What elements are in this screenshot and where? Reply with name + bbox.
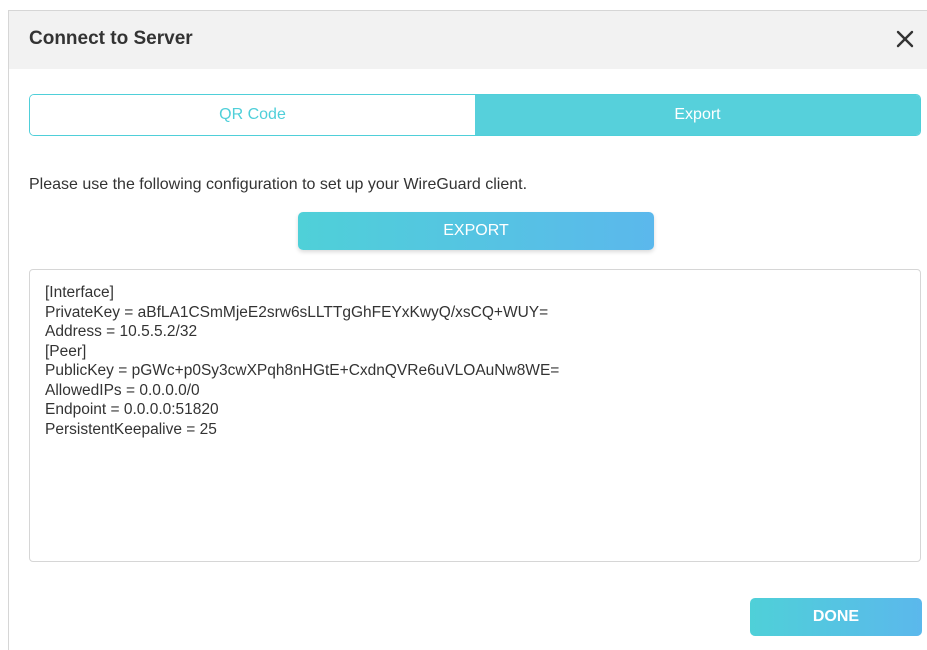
config-line: [Peer] [45, 342, 87, 360]
dialog-title: Connect to Server [29, 28, 193, 49]
tab-qr-code[interactable]: QR Code [30, 95, 475, 135]
config-line: PublicKey = pGWc+p0Sy3cwXPqh8nHGtE+CxdnQ… [45, 362, 560, 379]
close-icon [896, 30, 914, 48]
connect-to-server-dialog: Connect to Server QR Code Export Please … [8, 10, 927, 650]
config-line: Address = 10.5.5.2/32 [45, 323, 198, 340]
config-line: AllowedIPs = 0.0.0.0/0 [45, 381, 200, 399]
done-button[interactable]: DONE [750, 598, 922, 636]
dialog-header: Connect to Server [9, 11, 927, 69]
config-line: Endpoint = 0.0.0.0:51820 [45, 401, 219, 418]
tab-export[interactable]: Export [475, 95, 920, 135]
config-textarea[interactable]: [Interface] PrivateKey = aBfLA1CSmMjeE2s… [29, 269, 921, 562]
config-line: PrivateKey = aBfLA1CSmMjeE2srw6sLLTTgGhF… [45, 303, 549, 321]
close-button[interactable] [891, 25, 919, 53]
config-line: PersistentKeepalive = 25 [45, 420, 217, 438]
config-line: [Interface] [45, 284, 114, 301]
instructions-text: Please use the following configuration t… [29, 176, 528, 193]
export-button[interactable]: EXPORT [298, 212, 654, 250]
tab-bar: QR Code Export [29, 94, 921, 136]
